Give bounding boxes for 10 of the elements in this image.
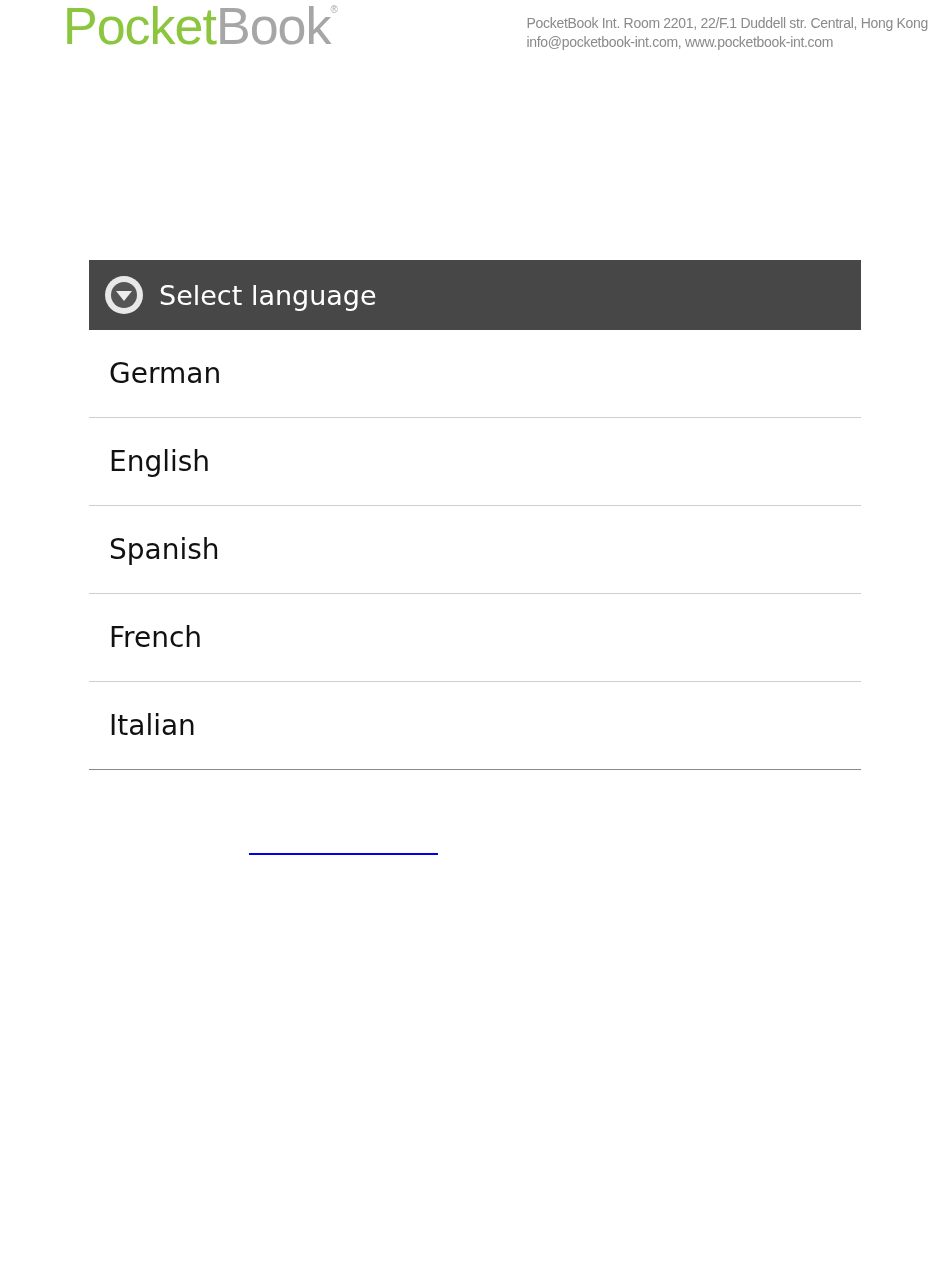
language-item[interactable]: French — [89, 594, 861, 682]
dropdown-circle-icon — [103, 274, 145, 316]
logo: PocketBook$^{®}$ — [63, 0, 337, 52]
address-line: PocketBook Int. Room 2201, 22/F.1 Duddell str. Central, Hong Kong — [526, 14, 928, 33]
language-item[interactable]: Italian — [89, 682, 861, 769]
language-item[interactable]: Spanish — [89, 506, 861, 594]
language-item[interactable]: German — [89, 330, 861, 418]
address-line: info@pocketbook-int.com, www.pocketbook-int.com — [526, 33, 835, 52]
dialog-title: Select language — [159, 279, 377, 311]
language-item[interactable]: English — [89, 418, 861, 506]
